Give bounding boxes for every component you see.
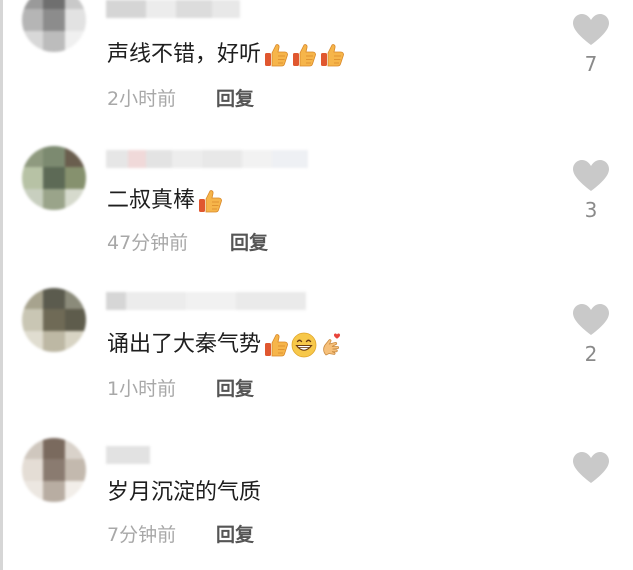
timestamp: 47分钟前 <box>107 232 189 254</box>
emoji-row <box>261 40 345 70</box>
like-button[interactable]: 7 <box>571 14 611 76</box>
avatar[interactable] <box>22 0 86 52</box>
thumbs-up-icon <box>199 190 222 213</box>
timestamp: 7分钟前 <box>107 524 177 546</box>
finger-heart-icon <box>323 333 341 356</box>
heart-icon <box>573 14 609 45</box>
heart-icon <box>573 160 609 191</box>
comment-text-content: 诵出了大秦气势 <box>107 332 262 357</box>
username-blurred[interactable] <box>106 150 308 168</box>
username-blurred[interactable] <box>106 0 240 18</box>
comment-text: 岁月沉淀的气质 <box>107 478 261 508</box>
comment-item: 声线不错，好听 2小时前 回复 7 <box>0 0 633 142</box>
username-blurred[interactable] <box>106 446 150 464</box>
timestamp: 1小时前 <box>107 378 177 400</box>
like-count: 7 <box>584 52 598 76</box>
comment-text-content: 岁月沉淀的气质 <box>107 480 262 505</box>
grinning-face-icon <box>291 332 317 358</box>
avatar[interactable] <box>22 288 86 352</box>
emoji-row <box>261 330 345 360</box>
thumbs-up-icon <box>321 44 344 67</box>
thumbs-up-icon <box>265 334 288 357</box>
avatar[interactable] <box>22 438 86 502</box>
reply-button[interactable]: 回复 <box>216 86 254 112</box>
username-blurred[interactable] <box>106 292 306 310</box>
timestamp: 2小时前 <box>107 88 177 110</box>
thumbs-up-icon <box>265 44 288 67</box>
comment-text-content: 二叔真棒 <box>107 188 196 213</box>
reply-button[interactable]: 回复 <box>216 522 254 548</box>
comment-item: 岁月沉淀的气质 7分钟前 回复 <box>0 426 633 568</box>
heart-icon <box>573 452 609 483</box>
like-count: 2 <box>584 342 598 366</box>
thumbs-up-icon <box>293 44 316 67</box>
emoji-row <box>195 186 223 216</box>
like-count: 3 <box>584 198 598 222</box>
like-button[interactable]: 2 <box>571 304 611 366</box>
comment-text-content: 声线不错，好听 <box>107 42 262 67</box>
comment-text: 二叔真棒 <box>107 186 223 216</box>
comment-item: 二叔真棒 47分钟前 回复 3 <box>0 142 633 284</box>
reply-button[interactable]: 回复 <box>230 230 268 256</box>
comment-text: 声线不错，好听 <box>107 40 345 70</box>
like-button[interactable]: 3 <box>571 160 611 222</box>
comment-text: 诵出了大秦气势 <box>107 330 345 360</box>
reply-button[interactable]: 回复 <box>216 376 254 402</box>
comment-item: 诵出了大秦气势 1小时前 回复 2 <box>0 284 633 426</box>
like-button[interactable] <box>571 452 611 490</box>
heart-icon <box>573 304 609 335</box>
avatar[interactable] <box>22 146 86 210</box>
